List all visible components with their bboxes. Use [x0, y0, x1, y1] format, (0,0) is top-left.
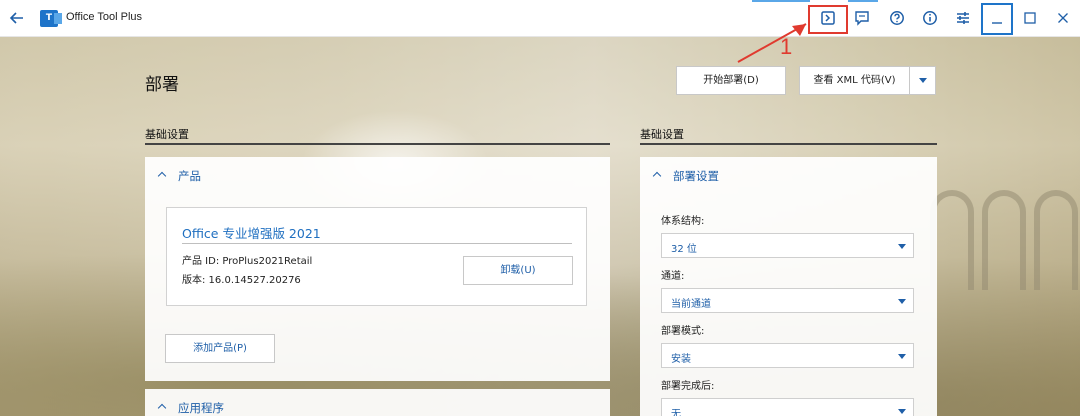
page-title: 部署 [145, 75, 179, 95]
chevron-up-icon [158, 402, 166, 410]
chevron-up-icon [653, 170, 661, 178]
top-accent-line [848, 0, 878, 2]
background-viaduct [930, 170, 1080, 290]
architecture-label: 体系结构: [661, 216, 705, 227]
deploy-mode-select[interactable]: 安装 [661, 343, 914, 368]
uninstall-button[interactable]: 卸载(U) [463, 256, 573, 285]
channel-select[interactable]: 当前通道 [661, 288, 914, 313]
architecture-select[interactable]: 32 位 [661, 233, 914, 258]
annotation-number: 1 [780, 34, 793, 59]
apps-panel-title: 应用程序 [178, 401, 224, 415]
focus-highlight-box [981, 3, 1013, 35]
top-accent-line [752, 0, 810, 2]
feedback-icon[interactable] [851, 7, 873, 29]
start-deploy-button[interactable]: 开始部署(D) [676, 66, 786, 95]
chevron-down-icon [898, 299, 906, 304]
add-product-button[interactable]: 添加产品(P) [165, 334, 275, 363]
channel-label: 通道: [661, 271, 685, 282]
product-card: Office 专业增强版 2021 产品 ID: ProPlus2021Reta… [166, 207, 587, 306]
right-section-title: 基础设置 [640, 128, 684, 141]
products-panel-title: 产品 [178, 169, 201, 183]
product-divider [182, 243, 572, 244]
close-icon[interactable] [1052, 7, 1074, 29]
maximize-icon[interactable] [1019, 7, 1041, 29]
chevron-up-icon [158, 170, 166, 178]
title-bar: T Office Tool Plus [0, 0, 1080, 37]
architecture-value: 32 位 [671, 244, 697, 255]
apps-panel: 应用程序 [145, 389, 610, 416]
settings-sliders-icon[interactable] [952, 7, 974, 29]
after-deploy-value: 无 [671, 409, 681, 416]
deploy-settings-header[interactable]: 部署设置 [640, 157, 937, 194]
deploy-mode-value: 安装 [671, 354, 691, 365]
app-title: Office Tool Plus [66, 11, 143, 23]
annotation-arrow [737, 23, 807, 63]
after-deploy-label: 部署完成后: [661, 381, 715, 392]
view-xml-button[interactable]: 查看 XML 代码(V) [799, 66, 910, 95]
back-arrow-icon[interactable] [6, 6, 28, 30]
info-icon[interactable] [919, 7, 941, 29]
chevron-down-icon [898, 409, 906, 414]
right-section-rule [640, 143, 937, 145]
product-id: 产品 ID: ProPlus2021Retail [182, 256, 313, 267]
deploy-mode-label: 部署模式: [661, 326, 705, 337]
help-icon[interactable] [886, 7, 908, 29]
xml-dropdown-button[interactable] [909, 66, 936, 95]
chevron-down-icon [898, 354, 906, 359]
deploy-settings-title: 部署设置 [673, 169, 719, 183]
app-logo-icon: T [40, 10, 62, 27]
product-name: Office 专业增强版 2021 [182, 226, 321, 241]
chevron-down-icon [898, 244, 906, 249]
product-version: 版本: 16.0.14527.20276 [182, 275, 301, 286]
products-panel-header[interactable]: 产品 [145, 157, 610, 194]
channel-value: 当前通道 [671, 299, 711, 310]
apps-panel-header[interactable]: 应用程序 [145, 389, 610, 416]
left-section-title: 基础设置 [145, 128, 189, 141]
left-section-rule [145, 143, 610, 145]
after-deploy-select[interactable]: 无 [661, 398, 914, 416]
